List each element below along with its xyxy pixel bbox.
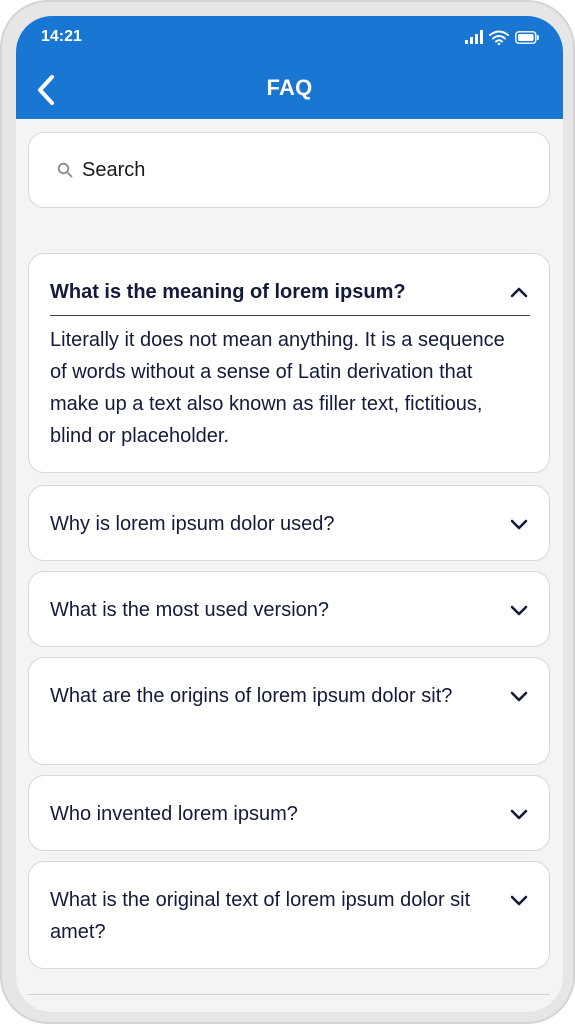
chevron-up-icon[interactable] [509, 282, 529, 302]
faq-question[interactable]: What is the meaning of lorem ipsum? [50, 276, 495, 308]
faq-item[interactable]: Who invented lorem ipsum? [28, 775, 550, 851]
faq-item[interactable]: What is the original text of lorem ipsum… [28, 861, 550, 969]
chevron-down-icon[interactable] [509, 600, 529, 620]
search-box[interactable] [28, 132, 550, 208]
battery-icon [515, 30, 539, 44]
faq-question[interactable]: Why is lorem ipsum dolor used? [50, 508, 495, 540]
faq-item[interactable]: What are the origins of lorem ipsum dolo… [28, 657, 550, 765]
page-title: FAQ [266, 75, 313, 100]
divider [50, 315, 530, 316]
faq-question[interactable]: Who invented lorem ipsum? [50, 798, 495, 830]
chevron-down-icon[interactable] [509, 686, 529, 706]
phone-frame: 14:21 FAQ Search What is the meaning of … [0, 0, 575, 1024]
faq-question[interactable]: What are the origins of lorem ipsum dolo… [50, 680, 495, 712]
faq-answer: Literally it does not mean anything. It … [50, 329, 505, 447]
list-end-divider [28, 994, 550, 995]
wifi-icon [489, 30, 509, 45]
faq-question[interactable]: What is the most used version? [50, 594, 495, 626]
search-icon [57, 162, 73, 178]
screen: 14:21 FAQ Search What is the meaning of … [16, 16, 563, 1012]
search-input[interactable] [82, 155, 522, 185]
faq-item[interactable]: What is the most used version? [28, 571, 550, 647]
status-time: 14:21 [41, 28, 82, 45]
chevron-down-icon[interactable] [509, 804, 529, 824]
faq-question[interactable]: What is the original text of lorem ipsum… [50, 884, 495, 948]
faq-item[interactable]: Why is lorem ipsum dolor used? [28, 485, 550, 561]
faq-item-expanded[interactable]: What is the meaning of lorem ipsum? Lite… [28, 253, 550, 473]
status-icons [465, 28, 539, 46]
app-bar: 14:21 FAQ [16, 16, 563, 119]
chevron-down-icon[interactable] [509, 890, 529, 910]
chevron-down-icon[interactable] [509, 514, 529, 534]
signal-icon [465, 30, 483, 44]
